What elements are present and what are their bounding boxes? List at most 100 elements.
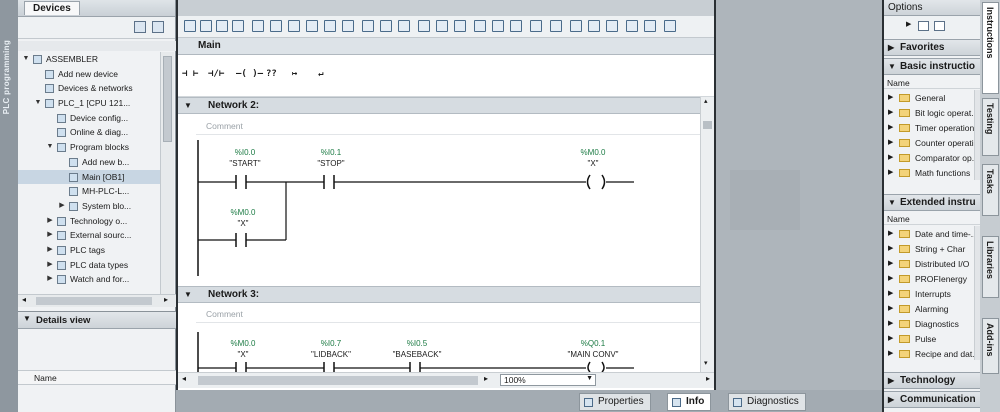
toolbar-icon[interactable] <box>454 20 466 32</box>
expand-icon[interactable]: ▶ <box>888 138 893 146</box>
collapse-icon[interactable]: ▼ <box>23 314 31 323</box>
scroll-down-icon[interactable]: ▾ <box>704 359 708 367</box>
expand-icon[interactable]: ▶ <box>46 243 54 257</box>
toolbar-icon[interactable] <box>398 20 410 32</box>
hscroll-thumb[interactable] <box>198 376 478 385</box>
toolbar-icon[interactable] <box>530 20 542 32</box>
tab-instructions[interactable]: Instructions <box>982 2 999 94</box>
instruction-folder[interactable]: ▶ Comparator op... <box>884 151 976 166</box>
expand-icon[interactable]: ▶ <box>888 395 894 404</box>
hscroll-thumb[interactable] <box>36 297 152 305</box>
network-3-ladder[interactable] <box>178 332 700 372</box>
tab-diagnostics[interactable]: Diagnostics <box>728 393 806 411</box>
toolbar-icon[interactable] <box>252 20 264 32</box>
toolbar-icon[interactable] <box>288 20 300 32</box>
tree-item[interactable]: ▶ System blo... <box>18 199 160 214</box>
instruction-folder[interactable]: ▶ Date and time-... <box>884 227 976 242</box>
technology-header[interactable]: ▶ Technology <box>884 372 982 389</box>
expand-icon[interactable]: ▶ <box>888 259 893 267</box>
details-name-column[interactable]: Name <box>18 370 176 385</box>
view-icon[interactable] <box>918 21 929 31</box>
instruction-folder[interactable]: ▶ Bit logic operat... <box>884 106 976 121</box>
network-3-header[interactable]: ▼ Network 3: <box>178 286 700 303</box>
instruction-folder[interactable]: ▶ Timer operations <box>884 121 976 136</box>
toolbar-icon[interactable] <box>510 20 522 32</box>
expand-icon[interactable]: ▶ <box>888 153 893 161</box>
toolbar-icon[interactable] <box>606 20 618 32</box>
grid-view-icon[interactable] <box>134 21 146 33</box>
vscroll-thumb[interactable] <box>703 121 712 129</box>
toolbar-icon[interactable] <box>492 20 504 32</box>
tree-item[interactable]: Online & diag... <box>18 125 160 140</box>
toolbar-icon[interactable] <box>200 20 212 32</box>
collapse-icon[interactable]: ▼ <box>46 140 54 154</box>
toolbar-icon[interactable] <box>418 20 430 32</box>
scroll-right-icon[interactable]: ▸ <box>706 374 710 383</box>
editor-hscroll[interactable]: ◂ ▸ ▸ <box>178 372 714 388</box>
expand-icon[interactable]: ▶ <box>888 349 893 357</box>
tree-item[interactable]: ▼ Program blocks <box>18 140 160 155</box>
toolbar-icon[interactable] <box>216 20 228 32</box>
expand-icon[interactable]: ▶ <box>888 319 893 327</box>
toolbar-icon[interactable] <box>380 20 392 32</box>
expand-icon[interactable]: ▶ <box>888 244 893 252</box>
tab-info[interactable]: Info <box>667 393 712 411</box>
expand-icon[interactable]: ▶ <box>888 93 893 101</box>
instruction-folder[interactable]: ▶ String + Char <box>884 242 976 257</box>
project-tree-hscroll[interactable]: ◂ ▸ <box>18 294 176 307</box>
communication-header[interactable]: ▶ Communication <box>884 391 982 408</box>
ladder-tool-icon[interactable]: ⊣ ⊢ <box>182 69 198 79</box>
favorites-header[interactable]: ▶ Favorites <box>884 39 982 56</box>
scroll-up-icon[interactable]: ▴ <box>704 97 708 105</box>
ladder-tool-icon[interactable]: –( )– <box>236 69 263 79</box>
toolbar-icon[interactable] <box>588 20 600 32</box>
basic-name-column[interactable]: Name <box>884 77 982 89</box>
network-2-comment-box[interactable] <box>196 117 700 135</box>
tree-item[interactable]: ▶ Technology o... <box>18 214 160 229</box>
tree-item[interactable]: ▶ Watch and for... <box>18 272 160 287</box>
ladder-tool-icon[interactable]: ?? <box>266 69 277 79</box>
toolbar-icon[interactable] <box>306 20 318 32</box>
expand-icon[interactable]: ▶ <box>888 334 893 342</box>
toolbar-icon[interactable] <box>644 20 656 32</box>
instruction-folder[interactable]: ▶ PROFIenergy <box>884 272 976 287</box>
extended-instructions-header[interactable]: ▼ Extended instru <box>884 194 982 211</box>
expand-icon[interactable]: ▶ <box>46 228 54 242</box>
tree-item[interactable]: Device config... <box>18 111 160 126</box>
toolbar-icon[interactable] <box>184 20 196 32</box>
collapse-icon[interactable]: ▼ <box>888 198 896 207</box>
ladder-tool-icon[interactable]: ↵ <box>318 69 323 79</box>
tree-item[interactable]: Add new device <box>18 67 160 82</box>
zoom-select[interactable]: 100% ▼ <box>500 374 596 386</box>
collapse-icon[interactable]: ▼ <box>34 96 42 110</box>
instruction-folder[interactable]: ▶ Distributed I/O <box>884 257 976 272</box>
expand-icon[interactable]: ▶ <box>888 43 894 52</box>
collapse-icon[interactable]: ▼ <box>888 62 896 71</box>
extended-name-column[interactable]: Name <box>884 213 982 225</box>
list-view-icon[interactable] <box>152 21 164 33</box>
expand-icon[interactable]: ▶ <box>46 214 54 228</box>
tree-item[interactable]: Devices & networks <box>18 81 160 96</box>
instruction-folder[interactable]: ▶ Counter operation <box>884 136 976 151</box>
instruction-folder[interactable]: ▶ Pulse <box>884 332 976 347</box>
toolbar-icon[interactable] <box>232 20 244 32</box>
instruction-folder[interactable]: ▶ Recipe and dat... <box>884 347 976 362</box>
instruction-folder[interactable]: ▶ Alarming <box>884 302 976 317</box>
expand-icon[interactable]: ▶ <box>888 376 894 385</box>
expand-icon[interactable]: ▶ <box>888 108 893 116</box>
toolbar-icon[interactable] <box>436 20 448 32</box>
toolbar-icon[interactable] <box>474 20 486 32</box>
details-view-header[interactable]: ▼ Details view <box>18 311 176 329</box>
collapse-icon[interactable]: ▼ <box>22 52 30 66</box>
tree-item[interactable]: ▶ PLC tags <box>18 243 160 258</box>
toolbar-icon[interactable] <box>570 20 582 32</box>
expand-icon[interactable]: ▶ <box>888 168 893 176</box>
instruction-folder[interactable]: ▶ General <box>884 91 976 106</box>
toolbar-icon[interactable] <box>626 20 638 32</box>
tree-item[interactable]: Add new b... <box>18 155 160 170</box>
scroll-thumb[interactable] <box>163 56 172 142</box>
project-tree-vscroll[interactable] <box>160 52 174 294</box>
network-2-ladder[interactable] <box>178 140 700 280</box>
scroll-right-icon[interactable]: ▸ <box>484 374 488 383</box>
view-icon[interactable] <box>934 21 945 31</box>
